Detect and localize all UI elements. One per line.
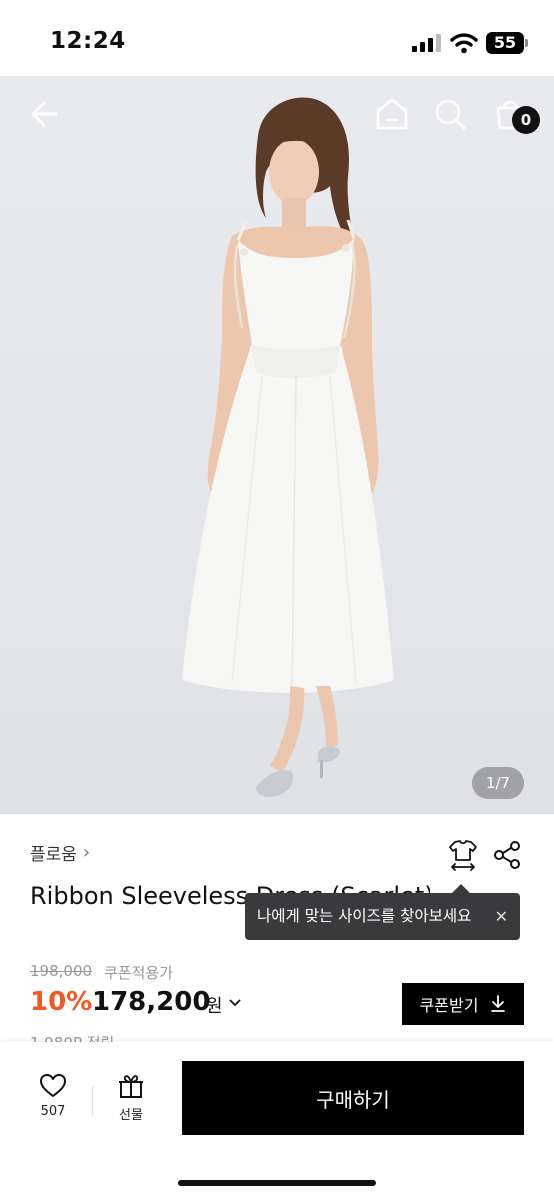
back-button[interactable] xyxy=(26,94,66,134)
gift-button[interactable]: 선물 xyxy=(108,1072,154,1123)
search-icon xyxy=(435,99,466,130)
buy-button[interactable]: 구매하기 xyxy=(182,1061,524,1135)
original-price: 198,000 xyxy=(30,962,93,980)
currency-label: 원 xyxy=(206,996,223,1017)
product-photo xyxy=(182,97,394,797)
search-button[interactable] xyxy=(430,94,470,134)
home-indicator xyxy=(178,1180,376,1186)
battery-level: 55 xyxy=(493,33,517,52)
size-finder-tooltip[interactable]: 나에게 맞는 사이즈를 찾아보세요 ✕ xyxy=(245,884,520,940)
discount-rate: 10% xyxy=(30,987,93,1017)
cellular-signal-icon xyxy=(412,34,441,52)
brand-link[interactable]: 플로움 › xyxy=(30,840,90,865)
download-icon xyxy=(491,995,506,1012)
home-button[interactable] xyxy=(372,94,412,134)
size-fit-icon[interactable] xyxy=(446,838,480,872)
status-time: 12:24 xyxy=(50,28,126,54)
brand-name: 플로움 xyxy=(30,845,77,865)
share-icon[interactable] xyxy=(492,840,522,870)
gallery-pager: 1/7 xyxy=(472,767,524,799)
get-coupon-button[interactable]: 쿠폰받기 xyxy=(402,983,524,1025)
battery-icon: 55 xyxy=(486,32,528,54)
arrow-left-icon xyxy=(31,101,58,127)
sale-price: 178,200 xyxy=(92,987,211,1017)
gift-label: 선물 xyxy=(119,1108,143,1123)
coupon-button-label: 쿠폰받기 xyxy=(419,996,479,1015)
coupon-price-note: 쿠폰적용가 xyxy=(104,964,174,982)
like-count: 507 xyxy=(40,1104,66,1119)
chevron-right-icon: › xyxy=(82,842,91,863)
cart-count-badge: 0 xyxy=(512,106,540,134)
like-button[interactable]: 507 xyxy=(32,1072,74,1119)
gift-icon xyxy=(119,1075,143,1098)
product-image-gallery[interactable]: 1/7 xyxy=(0,76,554,814)
status-bar: 12:24 55 xyxy=(0,0,554,76)
heart-icon xyxy=(40,1074,66,1097)
tooltip-text: 나에게 맞는 사이즈를 찾아보세요 xyxy=(257,907,472,925)
divider xyxy=(92,1086,93,1116)
bottom-action-bar: 507 선물 구매하기 xyxy=(0,1042,554,1200)
wifi-icon xyxy=(450,33,478,54)
chevron-down-icon[interactable] xyxy=(228,996,242,1010)
home-icon xyxy=(376,98,408,130)
close-icon[interactable]: ✕ xyxy=(495,893,508,940)
